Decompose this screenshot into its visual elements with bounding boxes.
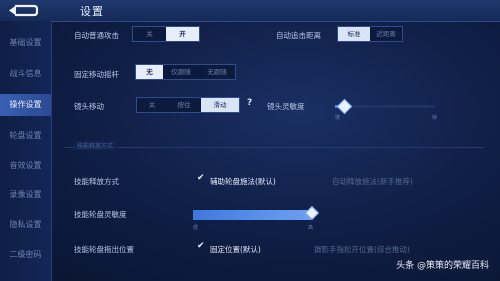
skill-cancel-pos-option-b[interactable]: 摄影手指松开位置(综合推动)	[314, 244, 410, 255]
settings-sidebar: 基础设置 战斗信息 操作设置 轮盘设置 音效设置 录像设置 隐私设置 二级密码	[0, 21, 52, 281]
skill-mode-option-b[interactable]: 自动释放施法(新手推荐)	[332, 176, 413, 187]
camera-move-label: 镜头移动	[74, 102, 104, 111]
section-title: 技能释放方式	[74, 141, 117, 150]
camera-move-slide[interactable]: 滑动	[201, 98, 239, 112]
skill-cancel-pos-check-icon[interactable]: ✔	[197, 241, 205, 251]
camera-sensitivity-min: 慢	[335, 115, 341, 121]
sidebar-item-privacy[interactable]: 隐私设置	[0, 214, 51, 236]
fixed-joystick-nofollow[interactable]: 无跟随	[199, 65, 235, 79]
fixed-joystick-follow[interactable]: 仅跟随	[163, 65, 199, 79]
auto-range-close[interactable]: 近距离	[370, 27, 402, 41]
settings-content: 自动普通攻击 关 开 自动追击距离 标准 近距离 固定移动摇杆 无 仅跟随 无跟…	[52, 21, 500, 281]
camera-sensitivity-label: 镜头灵敏度	[267, 102, 305, 111]
fixed-joystick-toggle: 无 仅跟随 无跟随	[135, 64, 236, 80]
sidebar-item-sound[interactable]: 音效设置	[0, 155, 51, 177]
page-title: 设置	[80, 5, 104, 18]
settings-screen: 设置 基础设置 战斗信息 操作设置 轮盘设置 音效设置 录像设置 隐私设置 二级…	[0, 0, 500, 281]
camera-sensitivity-max: 快	[432, 115, 438, 121]
skill-cancel-pos-option-a[interactable]: 固定位置(默认)	[210, 244, 261, 255]
sidebar-item-replay[interactable]: 录像设置	[0, 184, 51, 206]
auto-attack-off[interactable]: 关	[133, 27, 166, 41]
skill-sensitivity-fill	[193, 210, 311, 220]
help-icon[interactable]: ?	[247, 98, 252, 108]
camera-sensitivity-thumb[interactable]	[336, 98, 353, 115]
skill-sensitivity-label: 技能轮盘灵敏度	[74, 210, 127, 219]
auto-attack-label: 自动普通攻击	[74, 31, 119, 40]
camera-move-off[interactable]: 关	[137, 98, 167, 112]
auto-range-label: 自动追击距离	[276, 31, 321, 40]
sidebar-item-controls[interactable]: 操作设置	[0, 94, 51, 116]
skill-mode-check-icon[interactable]: ✔	[197, 173, 205, 183]
section-divider	[64, 147, 484, 148]
auto-range-standard[interactable]: 标准	[338, 27, 370, 41]
auto-attack-on[interactable]: 开	[166, 27, 199, 41]
top-bar: 设置	[0, 0, 500, 22]
watermark: 头条 @策策的荣耀百科	[393, 257, 492, 272]
skill-cancel-pos-label: 技能轮盘拖出位置	[74, 245, 134, 254]
back-arrow-icon	[9, 4, 39, 17]
camera-move-hold[interactable]: 按住	[167, 98, 201, 112]
fixed-joystick-none[interactable]: 无	[136, 65, 163, 79]
sidebar-item-battle-info[interactable]: 战斗信息	[0, 63, 51, 85]
sidebar-item-basic[interactable]: 基础设置	[0, 32, 51, 54]
camera-move-toggle: 关 按住 滑动	[136, 97, 240, 113]
skill-mode-label: 技能释放方式	[74, 177, 119, 186]
sidebar-item-second-password[interactable]: 二级密码	[0, 244, 51, 266]
sidebar-item-wheel[interactable]: 轮盘设置	[0, 125, 51, 147]
fixed-joystick-label: 固定移动摇杆	[74, 70, 119, 79]
back-button[interactable]	[6, 3, 40, 18]
skill-mode-option-a[interactable]: 辅助轮盘施法(默认)	[210, 176, 276, 187]
auto-range-toggle: 标准 近距离	[337, 26, 403, 42]
skill-sensitivity-min: 低	[193, 225, 199, 231]
skill-sensitivity-max: 高	[308, 225, 314, 231]
auto-attack-toggle: 关 开	[132, 26, 200, 42]
